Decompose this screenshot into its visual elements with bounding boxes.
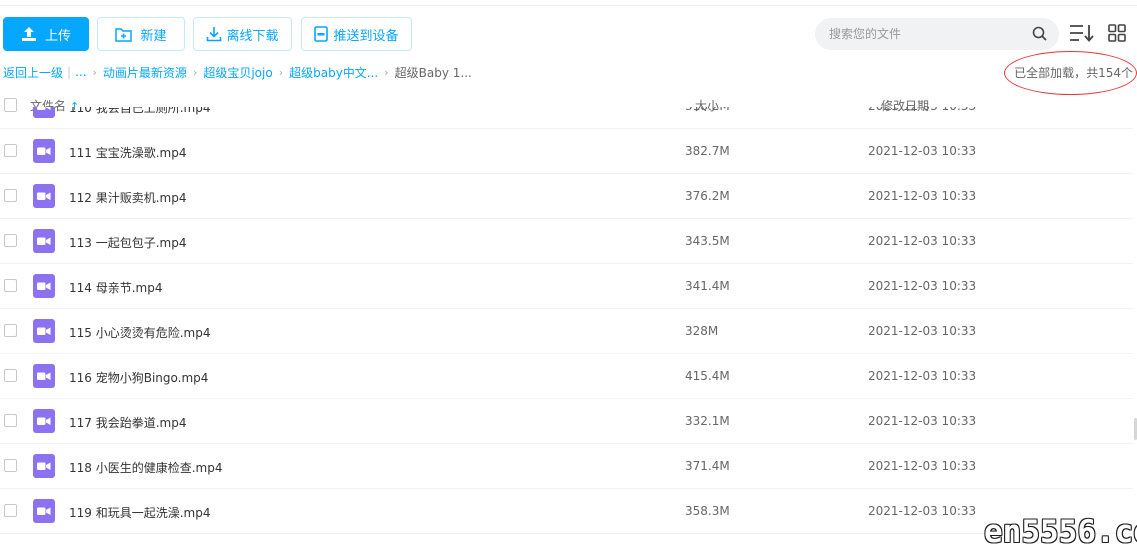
file-name[interactable]: 110 我会自己上厕所.mp4 xyxy=(69,107,210,116)
table-row[interactable]: 115 小心烫烫有危险.mp4 328M 2021-12-03 10:33 xyxy=(0,309,1133,354)
row-checkbox[interactable] xyxy=(4,504,17,517)
video-file-icon xyxy=(33,139,55,163)
file-size: 332.1M xyxy=(685,414,730,428)
breadcrumb-separator: › xyxy=(278,65,284,79)
new-label: 新建 xyxy=(140,28,167,44)
file-list: 110 我会自己上厕所.mp4318.2M2021-12-03 10:33111… xyxy=(0,107,1133,549)
file-name[interactable]: 116 宠物小狗Bingo.mp4 xyxy=(69,369,208,386)
file-size: 341.4M xyxy=(685,279,730,293)
sort-icon[interactable] xyxy=(1069,22,1095,44)
file-name[interactable]: 115 小心烫烫有危险.mp4 xyxy=(69,324,210,341)
offline-download-label: 离线下载 xyxy=(226,28,279,44)
offline-download-button[interactable]: 离线下载 xyxy=(193,17,292,51)
breadcrumb-separator: › xyxy=(92,65,97,79)
breadcrumb-separator: › xyxy=(192,65,198,79)
file-size: 371.4M xyxy=(685,459,730,473)
file-date: 2021-12-03 10:33 xyxy=(868,414,977,428)
row-checkbox[interactable] xyxy=(4,279,17,292)
table-row[interactable]: 110 我会自己上厕所.mp4 318.2M 2021-12-03 10:33 xyxy=(0,107,1133,129)
row-checkbox[interactable] xyxy=(4,459,17,472)
table-row[interactable]: 117 我会跆拳道.mp4 332.1M 2021-12-03 10:33 xyxy=(0,399,1133,444)
search-icon[interactable] xyxy=(1032,26,1047,41)
breadcrumb-separator: › xyxy=(384,65,389,79)
top-divider xyxy=(0,0,1137,6)
file-date: 2021-12-03 10:33 xyxy=(868,144,977,158)
breadcrumb-back-link[interactable]: 返回上一级 xyxy=(3,64,63,81)
video-file-icon xyxy=(33,274,55,298)
push-to-device-button[interactable]: 推送到设备 xyxy=(301,17,412,51)
breadcrumb-item-baby-cn[interactable]: 超级baby中文... xyxy=(289,64,378,81)
file-size: 328M xyxy=(685,324,719,338)
file-date: 2021-12-03 10:33 xyxy=(868,189,977,203)
file-size: 343.5M xyxy=(685,234,730,248)
file-name[interactable]: 118 小医生的健康检查.mp4 xyxy=(69,459,222,476)
file-name[interactable]: 111 宝宝洗澡歌.mp4 xyxy=(69,144,186,161)
upload-label: 上传 xyxy=(44,28,71,44)
file-size: 415.4M xyxy=(685,369,730,383)
upload-button[interactable]: 上传 xyxy=(3,17,89,51)
video-file-icon xyxy=(33,499,55,523)
file-size: 376.2M xyxy=(685,189,730,203)
file-name[interactable]: 117 我会跆拳道.mp4 xyxy=(69,414,186,431)
table-row[interactable]: 114 母亲节.mp4 341.4M 2021-12-03 10:33 xyxy=(0,264,1133,309)
breadcrumb: 返回上一级 | ... › 动画片最新资源 › 超级宝贝jojo › 超级bab… xyxy=(3,64,472,80)
file-size: 318.2M xyxy=(685,107,730,113)
file-name[interactable]: 113 一起包包子.mp4 xyxy=(69,234,186,251)
file-date: 2021-12-03 10:33 xyxy=(868,324,977,338)
breadcrumb-item-animation[interactable]: 动画片最新资源 xyxy=(103,64,187,81)
video-file-icon xyxy=(33,229,55,253)
video-file-icon xyxy=(33,107,55,118)
row-checkbox[interactable] xyxy=(4,189,17,202)
breadcrumb-ellipsis[interactable]: ... xyxy=(75,65,86,79)
file-size: 382.7M xyxy=(685,144,730,158)
file-date: 2021-12-03 10:33 xyxy=(868,279,977,293)
file-date: 2021-12-03 10:33 xyxy=(868,234,977,248)
file-name[interactable]: 119 和玩具一起洗澡.mp4 xyxy=(69,504,210,521)
breadcrumb-pipe: | xyxy=(67,65,72,79)
table-row[interactable]: 118 小医生的健康检查.mp4 371.4M 2021-12-03 10:33 xyxy=(0,444,1133,489)
row-checkbox[interactable] xyxy=(4,234,17,247)
file-size: 358.3M xyxy=(685,504,730,518)
upload-icon xyxy=(21,27,36,41)
grid-view-icon[interactable] xyxy=(1108,24,1126,42)
new-folder-icon xyxy=(115,27,133,42)
row-checkbox[interactable] xyxy=(4,144,17,157)
table-row[interactable]: 113 一起包包子.mp4 343.5M 2021-12-03 10:33 xyxy=(0,219,1133,264)
file-date: 2021-12-03 10:33 xyxy=(868,107,976,113)
table-row[interactable]: 116 宠物小狗Bingo.mp4 415.4M 2021-12-03 10:33 xyxy=(0,354,1133,399)
file-name[interactable]: 114 母亲节.mp4 xyxy=(69,279,162,296)
watermark: en5556.com xyxy=(984,514,1137,549)
table-row[interactable]: 119 和玩具一起洗澡.mp4 358.3M 2021-12-03 10:33 xyxy=(0,489,1133,534)
breadcrumb-item-jojo[interactable]: 超级宝贝jojo xyxy=(203,64,272,81)
video-file-icon xyxy=(33,454,55,478)
file-name[interactable]: 112 果汁贩卖机.mp4 xyxy=(69,189,186,206)
push-to-device-label: 推送到设备 xyxy=(333,28,399,44)
table-row[interactable]: 112 果汁贩卖机.mp4 376.2M 2021-12-03 10:33 xyxy=(0,174,1133,219)
new-button[interactable]: 新建 xyxy=(97,17,185,51)
file-date: 2021-12-03 10:33 xyxy=(868,504,977,518)
file-date: 2021-12-03 10:33 xyxy=(868,459,977,473)
table-row[interactable]: 111 宝宝洗澡歌.mp4 382.7M 2021-12-03 10:33 xyxy=(0,129,1133,174)
video-file-icon xyxy=(33,409,55,433)
video-file-icon xyxy=(33,184,55,208)
row-checkbox[interactable] xyxy=(4,369,17,382)
download-icon xyxy=(207,27,222,42)
breadcrumb-current: 超级Baby 1... xyxy=(394,65,472,80)
file-date: 2021-12-03 10:33 xyxy=(868,369,977,383)
row-checkbox[interactable] xyxy=(4,414,17,427)
row-checkbox[interactable] xyxy=(4,324,17,337)
video-file-icon xyxy=(33,364,55,388)
video-file-icon xyxy=(33,319,55,343)
device-icon xyxy=(314,26,329,42)
row-checkbox[interactable] xyxy=(4,107,17,112)
search-box xyxy=(815,18,1059,50)
annotation-ellipse xyxy=(1004,51,1137,95)
search-input[interactable] xyxy=(829,27,1029,41)
